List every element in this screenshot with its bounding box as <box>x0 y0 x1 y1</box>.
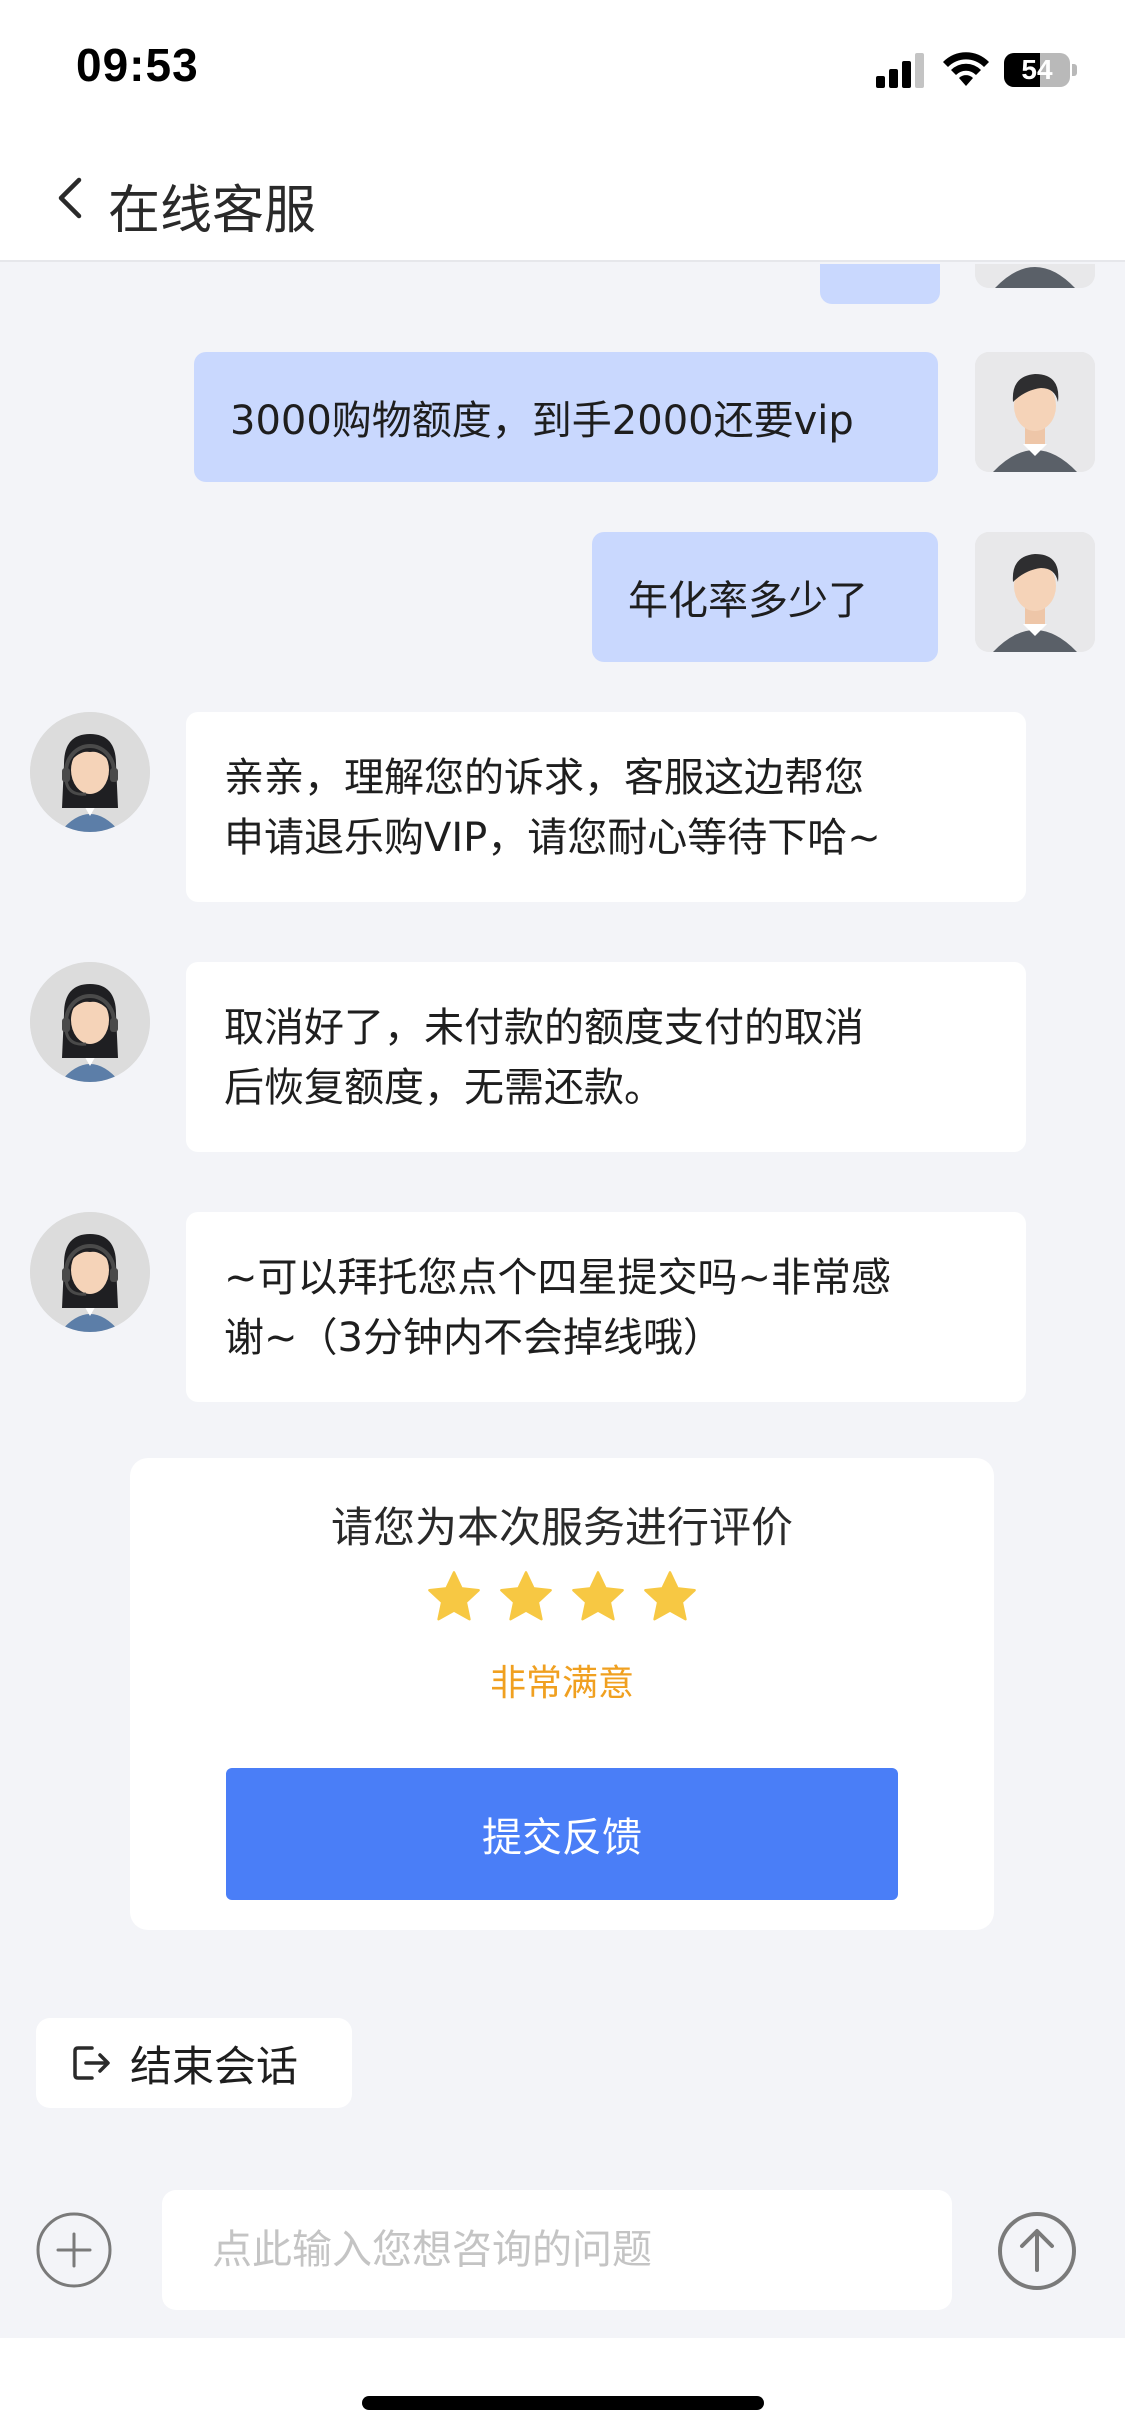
input-bar <box>0 2168 1125 2338</box>
wifi-icon <box>943 52 989 86</box>
message-line: 谢~（3分钟内不会掉线哦） <box>224 1315 723 1361</box>
agent-avatar <box>30 712 150 832</box>
plus-icon[interactable] <box>34 2210 114 2290</box>
submit-feedback-label: 提交反馈 <box>482 1815 642 1861</box>
message-line: 取消好了，未付款的额度支付的取消 <box>224 1005 864 1051</box>
message-line: 亲亲，理解您的诉求，客服这边帮您 <box>224 755 864 801</box>
exit-icon <box>73 2046 110 2080</box>
message-text: 年化率多少了 <box>628 578 868 624</box>
rating-label: 非常满意 <box>489 1663 634 1704</box>
message-line: 后恢复额度，无需还款。 <box>224 1065 664 1111</box>
battery-level: 54 <box>1021 54 1053 85</box>
nav-header: 在线客服 <box>0 138 1125 262</box>
message-bubble-agent: ~可以拜托您点个四星提交吗~非常感 谢~（3分钟内不会掉线哦） <box>186 1212 1026 1402</box>
agent-avatar <box>30 962 150 1082</box>
home-indicator[interactable] <box>362 2396 764 2410</box>
user-avatar <box>975 352 1095 472</box>
message-input[interactable] <box>162 2190 952 2310</box>
agent-avatar <box>30 1212 150 1332</box>
star-rating <box>130 1568 994 1626</box>
star-icon[interactable] <box>641 1568 699 1626</box>
end-session-button[interactable]: 结束会话 <box>36 2018 352 2108</box>
message-line: ~可以拜托您点个四星提交吗~非常感 <box>224 1255 892 1301</box>
user-avatar <box>975 532 1095 652</box>
user-avatar <box>975 264 1095 288</box>
status-time: 09:53 <box>76 39 199 91</box>
chevron-left-icon <box>58 177 82 219</box>
message-bubble-partial <box>820 264 940 304</box>
end-session-label: 结束会话 <box>130 2041 299 2091</box>
star-icon[interactable] <box>569 1568 627 1626</box>
signal-icon <box>876 53 924 88</box>
message-line: 申请退乐购VIP，请您耐心等待下哈~ <box>224 815 881 861</box>
submit-feedback-button[interactable]: 提交反馈 <box>226 1768 898 1900</box>
rating-prompt: 请您为本次服务进行评价 <box>330 1503 793 1552</box>
message-bubble-agent: 亲亲，理解您的诉求，客服这边帮您 申请退乐购VIP，请您耐心等待下哈~ <box>186 712 1026 902</box>
battery-icon: 54 <box>1004 53 1077 87</box>
rating-card: 请您为本次服务进行评价 非常满意 提交反馈 <box>130 1458 994 1930</box>
message-bubble-agent: 取消好了，未付款的额度支付的取消 后恢复额度，无需还款。 <box>186 962 1026 1152</box>
status-bar: 09:53 54 <box>0 0 1125 138</box>
bottom-safe-area <box>0 2338 1125 2436</box>
message-bubble-user: 3000购物额度，到手2000还要vip <box>194 352 938 482</box>
send-arrow-icon[interactable] <box>996 2210 1078 2292</box>
star-icon[interactable] <box>425 1568 483 1626</box>
back-button[interactable] <box>40 168 100 228</box>
page-title: 在线客服 <box>108 181 317 241</box>
status-icons: 54 <box>876 50 1077 90</box>
message-bubble-user: 年化率多少了 <box>592 532 938 662</box>
message-text: 3000购物额度，到手2000还要vip <box>230 398 854 444</box>
star-icon[interactable] <box>497 1568 555 1626</box>
